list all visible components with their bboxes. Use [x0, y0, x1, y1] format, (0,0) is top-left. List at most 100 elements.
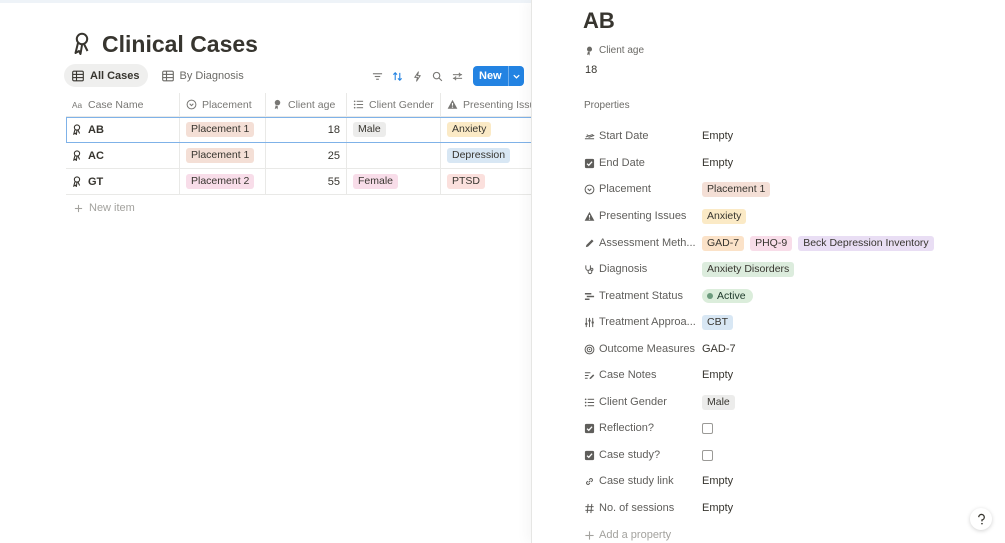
pencil-icon	[585, 238, 594, 247]
table-icon	[72, 70, 84, 81]
property-treatment-status[interactable]: Treatment Status Active	[584, 286, 1004, 306]
column-header-presenting-issues[interactable]: Presenting Issues	[441, 93, 532, 117]
cell-client-gender[interactable]: Female	[347, 168, 441, 195]
cell-client-age[interactable]: 55	[266, 168, 347, 195]
person-icon	[274, 99, 281, 110]
database-title: Clinical Cases	[102, 30, 258, 57]
ribbon-person-icon	[72, 124, 81, 135]
cell-presenting-issues[interactable]: Depression	[441, 143, 532, 169]
property-label: Presenting Issues	[599, 210, 687, 222]
property-treatment-approach[interactable]: Treatment Approa... CBT	[584, 312, 1004, 332]
record-title[interactable]: AB	[583, 8, 615, 34]
property-value: Empty	[702, 475, 734, 487]
cell-placement[interactable]: Placement 1	[180, 116, 266, 143]
column-header-case-name[interactable]: Aa Case Name	[66, 92, 180, 117]
assessment-tag: GAD-7	[702, 235, 745, 251]
warning-icon	[584, 211, 595, 221]
property-start-date[interactable]: Start Date Empty	[584, 126, 1004, 146]
case-name: AB	[88, 123, 104, 136]
cell-client-gender[interactable]	[347, 142, 441, 169]
property-case-notes[interactable]: Case Notes Empty	[584, 365, 1004, 385]
notes-icon	[584, 371, 595, 379]
ribbon-person-icon	[72, 150, 81, 161]
settings-sliders-icon[interactable]	[450, 69, 465, 84]
approach-tag: CBT	[702, 314, 733, 330]
property-label: Placement	[599, 183, 651, 195]
property-label: Case study?	[599, 449, 661, 461]
property-placement[interactable]: Placement Placement 1	[584, 179, 1004, 199]
placement-tag: Placement 1	[702, 181, 771, 197]
cell-client-age[interactable]: 25	[266, 142, 347, 169]
cell-client-age[interactable]: 18	[266, 116, 347, 143]
properties-heading: Properties	[584, 100, 630, 111]
property-case-study-link[interactable]: Case study link Empty	[584, 471, 1004, 491]
column-label: Presenting Issues	[463, 98, 532, 111]
diagnosis-tag: Anxiety Disorders	[702, 261, 795, 277]
add-property-label: Add a property	[599, 529, 672, 541]
search-icon[interactable]	[430, 69, 445, 84]
issue-tag: Depression	[447, 148, 511, 163]
link-icon	[586, 477, 593, 485]
property-outcome-measures[interactable]: Outcome Measures GAD-7	[584, 339, 1004, 359]
cell-case-name[interactable]: AB	[66, 116, 180, 143]
cell-client-gender[interactable]: Male	[347, 116, 441, 143]
table-row[interactable]: AB Placement 1 18 Male Anxiety	[66, 116, 532, 143]
new-item-button[interactable]: New item	[66, 195, 532, 221]
sort-icon[interactable]	[390, 69, 405, 84]
column-header-client-age[interactable]: Client age	[266, 92, 347, 117]
table-row[interactable]: AC Placement 1 25 Depression	[66, 142, 532, 169]
tab-label: All Cases	[90, 69, 140, 82]
text-type-icon: Aa	[72, 101, 83, 110]
column-header-client-gender[interactable]: Client Gender	[347, 92, 441, 117]
chevron-down-icon[interactable]	[507, 66, 524, 86]
filter-icon[interactable]	[370, 69, 385, 84]
plus-icon	[74, 204, 83, 212]
new-button[interactable]: New	[473, 66, 524, 86]
cell-presenting-issues[interactable]: PTSD	[441, 169, 532, 195]
warning-icon	[447, 99, 458, 109]
gender-tag: Male	[353, 122, 386, 137]
property-label: Treatment Status	[599, 290, 683, 302]
property-no-of-sessions[interactable]: No. of sessions Empty	[584, 498, 1004, 518]
property-presenting-issues[interactable]: Presenting Issues Anxiety	[584, 206, 1004, 226]
case-name: GT	[88, 175, 104, 188]
property-end-date[interactable]: End Date Empty	[584, 153, 1004, 173]
property-label: Reflection?	[599, 422, 655, 434]
table-row[interactable]: GT Placement 2 55 Female PTSD	[66, 168, 532, 195]
checkbox-icon	[584, 450, 595, 460]
cell-placement[interactable]: Placement 2	[180, 168, 266, 195]
cell-case-name[interactable]: GT	[66, 168, 180, 195]
property-value: Empty	[702, 502, 734, 514]
tab-by-diagnosis[interactable]: By Diagnosis	[154, 64, 252, 87]
property-label: Diagnosis	[599, 263, 648, 275]
property-label: No. of sessions	[599, 502, 675, 514]
cell-placement[interactable]: Placement 1	[180, 142, 266, 169]
column-header-placement[interactable]: Placement	[180, 92, 266, 117]
property-label: Treatment Approa...	[599, 316, 696, 328]
cell-presenting-issues[interactable]: Anxiety	[441, 117, 532, 143]
property-client-gender[interactable]: Client Gender Male	[584, 392, 1004, 412]
property-label: Outcome Measures	[599, 343, 695, 355]
property-assessment-methods[interactable]: Assessment Meth... GAD-7 PHQ-9 Beck Depr…	[584, 233, 1004, 253]
gender-tag: Female	[353, 174, 399, 189]
list-icon	[584, 397, 595, 407]
stethoscope-icon	[585, 264, 594, 274]
cell-case-name[interactable]: AC	[66, 142, 180, 169]
new-item-label: New item	[89, 202, 135, 214]
property-value: Empty	[702, 157, 734, 169]
property-label: Assessment Meth...	[599, 237, 696, 249]
circle-select-icon	[584, 184, 595, 194]
case-study-checkbox[interactable]	[702, 449, 713, 461]
client-age-value[interactable]: 18	[585, 64, 597, 76]
ribbon-person-icon[interactable]	[72, 30, 94, 58]
property-value: Empty	[702, 130, 734, 142]
lightning-icon[interactable]	[410, 69, 425, 84]
issue-tag: PTSD	[447, 174, 486, 189]
property-diagnosis[interactable]: Diagnosis Anxiety Disorders	[584, 259, 1004, 279]
target-icon	[584, 344, 595, 354]
issue-tag: Anxiety	[702, 208, 747, 224]
help-button[interactable]	[970, 508, 992, 530]
tab-all-cases[interactable]: All Cases	[64, 64, 148, 87]
reflection-checkbox[interactable]	[702, 422, 713, 434]
add-property-button[interactable]: Add a property	[584, 525, 1004, 543]
